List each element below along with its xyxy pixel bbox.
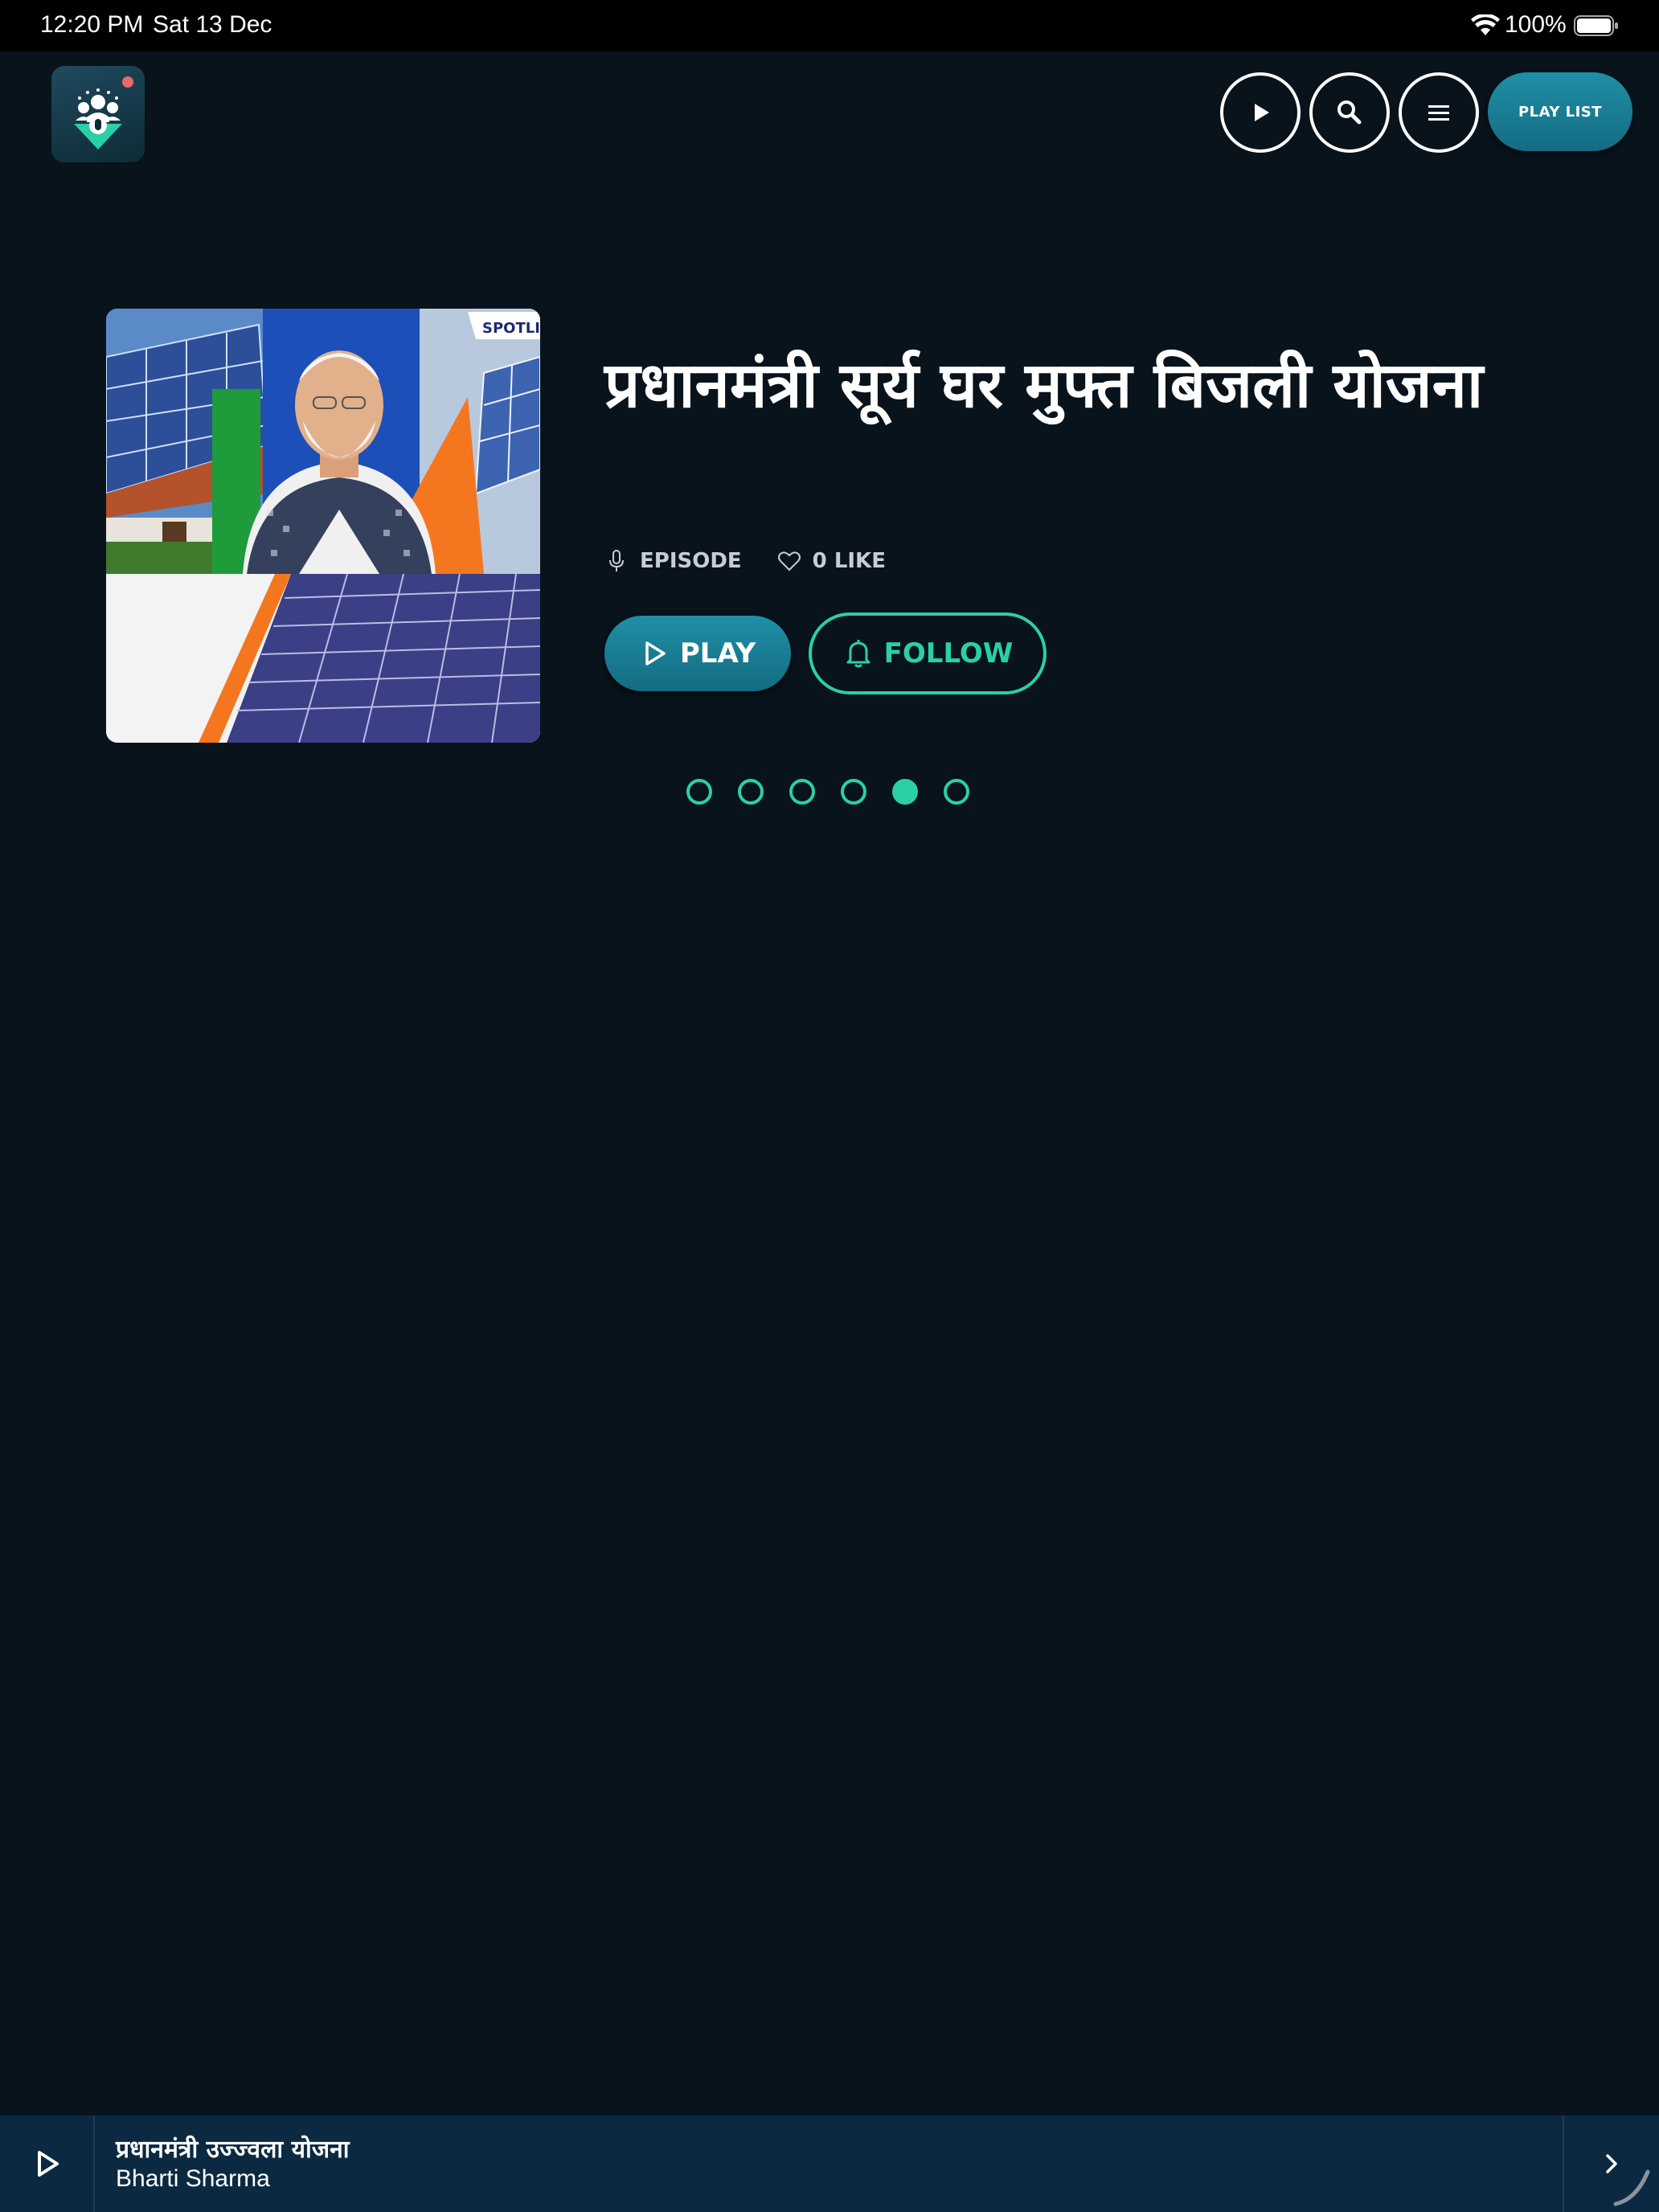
carousel-indicator — [686, 779, 969, 805]
battery-percentage: 100% — [1505, 11, 1567, 38]
carousel-dot-2[interactable] — [738, 779, 764, 805]
search-icon — [1337, 100, 1362, 125]
mini-player[interactable]: प्रधानमंत्री उज्ज्वला योजना Bharti Sharm… — [0, 2116, 1659, 2212]
bell-icon — [846, 640, 870, 668]
battery-icon — [1574, 15, 1618, 36]
carousel-dot-3[interactable] — [789, 779, 815, 805]
mini-player-artist: Bharti Sharma — [116, 2165, 270, 2192]
carousel-dot-1[interactable] — [686, 779, 712, 805]
search-button[interactable] — [1309, 72, 1390, 153]
like-count-label: 0 LIKE — [812, 549, 886, 573]
follow-label: FOLLOW — [883, 637, 1014, 670]
status-bar: 12:20 PM Sat 13 Dec 100% — [0, 0, 1659, 51]
play-episode-label: PLAY — [679, 637, 756, 670]
mini-player-play-button[interactable] — [0, 2116, 95, 2212]
microphone-icon — [609, 550, 624, 571]
menu-icon — [1428, 105, 1449, 121]
carousel-dot-5[interactable] — [892, 779, 918, 805]
episode-meta: EPISODE 0 LIKE — [604, 543, 886, 579]
episode-title: प्रधानमंत्री सूर्य घर मुफ्त बिजली योजना — [604, 350, 1484, 422]
episode-type-label: EPISODE — [640, 549, 742, 573]
play-icon — [1255, 104, 1269, 121]
episode-type: EPISODE — [604, 549, 742, 573]
carousel-dot-6[interactable] — [944, 779, 969, 805]
resize-handle-icon[interactable] — [1612, 2164, 1653, 2207]
heart-icon — [777, 551, 801, 571]
header-play-button[interactable] — [1220, 72, 1301, 153]
app-logo[interactable] — [51, 66, 145, 162]
app-screen: 12:20 PM Sat 13 Dec 100% PLAY LIST SPOTL… — [0, 0, 1659, 2212]
play-outline-icon — [645, 641, 666, 666]
mini-player-title: प्रधानमंत्री उज्ज्वला योजना — [116, 2136, 350, 2164]
like-count[interactable]: 0 LIKE — [777, 549, 886, 573]
carousel-dot-4[interactable] — [841, 779, 866, 805]
podcast-logo — [74, 76, 133, 150]
status-time: 12:20 PM — [40, 11, 144, 38]
play-outline-icon — [38, 2151, 59, 2177]
episode-artwork-image: SPOTLI — [106, 309, 540, 743]
wifi-icon — [1471, 14, 1500, 35]
status-date: Sat 13 Dec — [153, 11, 272, 38]
episode-artwork[interactable]: SPOTLI — [106, 309, 540, 743]
artwork-badge-text: SPOTLI — [482, 320, 540, 337]
playlist-button[interactable]: PLAY LIST — [1488, 72, 1632, 151]
follow-button[interactable]: FOLLOW — [809, 612, 1047, 694]
play-episode-button[interactable]: PLAY — [604, 616, 791, 691]
menu-button[interactable] — [1399, 72, 1479, 153]
